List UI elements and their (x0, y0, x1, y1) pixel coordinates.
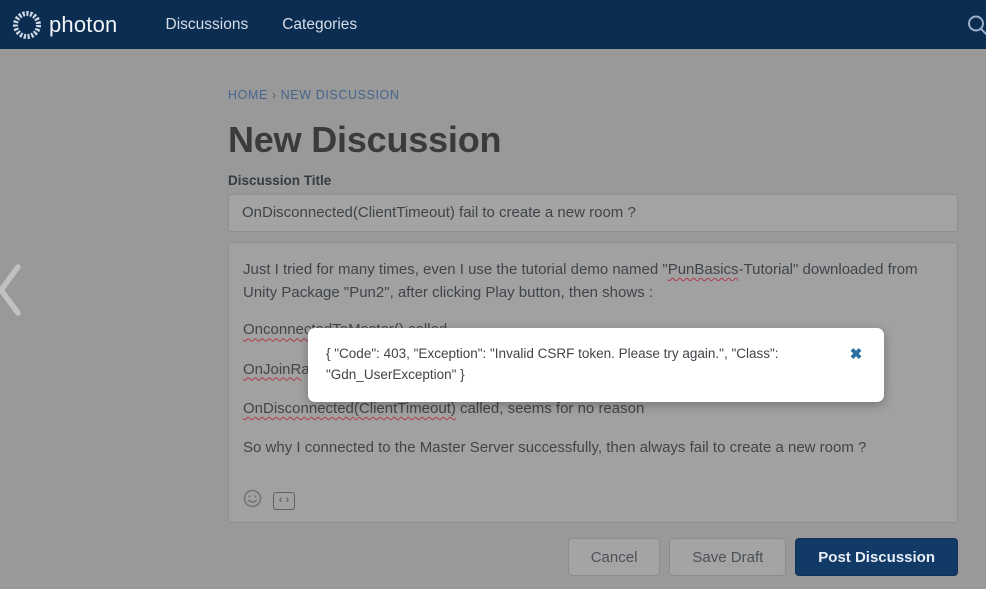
page-body: HOME › NEW DISCUSSION New Discussion Discu… (0, 49, 986, 589)
nav-link-categories[interactable]: Categories (282, 16, 357, 34)
body-paragraph-1: Just I tried for many times, even I use … (243, 258, 943, 305)
photon-ring-logo-icon (12, 10, 42, 40)
discussion-title-label: Discussion Title (228, 172, 332, 188)
brand[interactable]: photon (12, 10, 118, 40)
body-p4-spell-b: (ClientTimeout) (353, 399, 456, 417)
code-brackets-icon[interactable]: ‹› (273, 491, 295, 510)
body-p3-spell: OnJoinR (243, 360, 302, 378)
discussion-title-input[interactable]: OnDisconnected(ClientTimeout) fail to cr… (228, 193, 958, 232)
body-p4-rest: called, seems for no reason (455, 399, 645, 417)
code-glyph: ‹› (277, 494, 291, 507)
breadcrumb-separator: › (271, 88, 277, 102)
post-discussion-button[interactable]: Post Discussion (795, 538, 958, 576)
body-paragraph-5: So why I connected to the Master Server … (243, 439, 867, 457)
page-content: HOME › NEW DISCUSSION New Discussion Discu… (228, 88, 958, 523)
nav-link-discussions[interactable]: Discussions (166, 16, 249, 34)
nav-links: Discussions Categories (166, 16, 358, 34)
breadcrumb-current[interactable]: NEW DISCUSSION (281, 88, 400, 102)
app-root: photon Discussions Categories HOME › NEW D… (0, 0, 986, 589)
body-p2-spell: Onconnec (243, 321, 312, 339)
error-popup-message: { "Code": 403, "Exception": "Invalid CSR… (326, 346, 779, 383)
search-icon[interactable] (960, 8, 986, 42)
breadcrumb-home[interactable]: HOME (228, 88, 268, 102)
body-p1-spell: PunBasics (667, 260, 739, 278)
breadcrumb: HOME › NEW DISCUSSION (228, 88, 958, 102)
page-title: New Discussion (228, 119, 502, 160)
close-x-icon[interactable]: ✖ (846, 344, 866, 364)
editor-toolbar: ‹› (243, 489, 295, 513)
emoji-smiley-icon[interactable] (243, 489, 262, 513)
discussion-title-value: OnDisconnected(ClientTimeout) fail to cr… (242, 204, 636, 222)
save-draft-button[interactable]: Save Draft (669, 538, 787, 576)
brand-name: photon (49, 11, 118, 37)
error-popup: { "Code": 403, "Exception": "Invalid CSR… (308, 328, 884, 402)
cancel-button[interactable]: Cancel (567, 538, 661, 576)
form-actions: Cancel Save Draft Post Discussion (228, 538, 958, 576)
body-p4-spell-a: OnDisconnected (243, 399, 354, 417)
chevron-left-icon[interactable] (0, 261, 26, 319)
top-navbar: photon Discussions Categories (0, 0, 986, 49)
body-p1-a: Just I tried for many times, even I use … (243, 260, 668, 278)
